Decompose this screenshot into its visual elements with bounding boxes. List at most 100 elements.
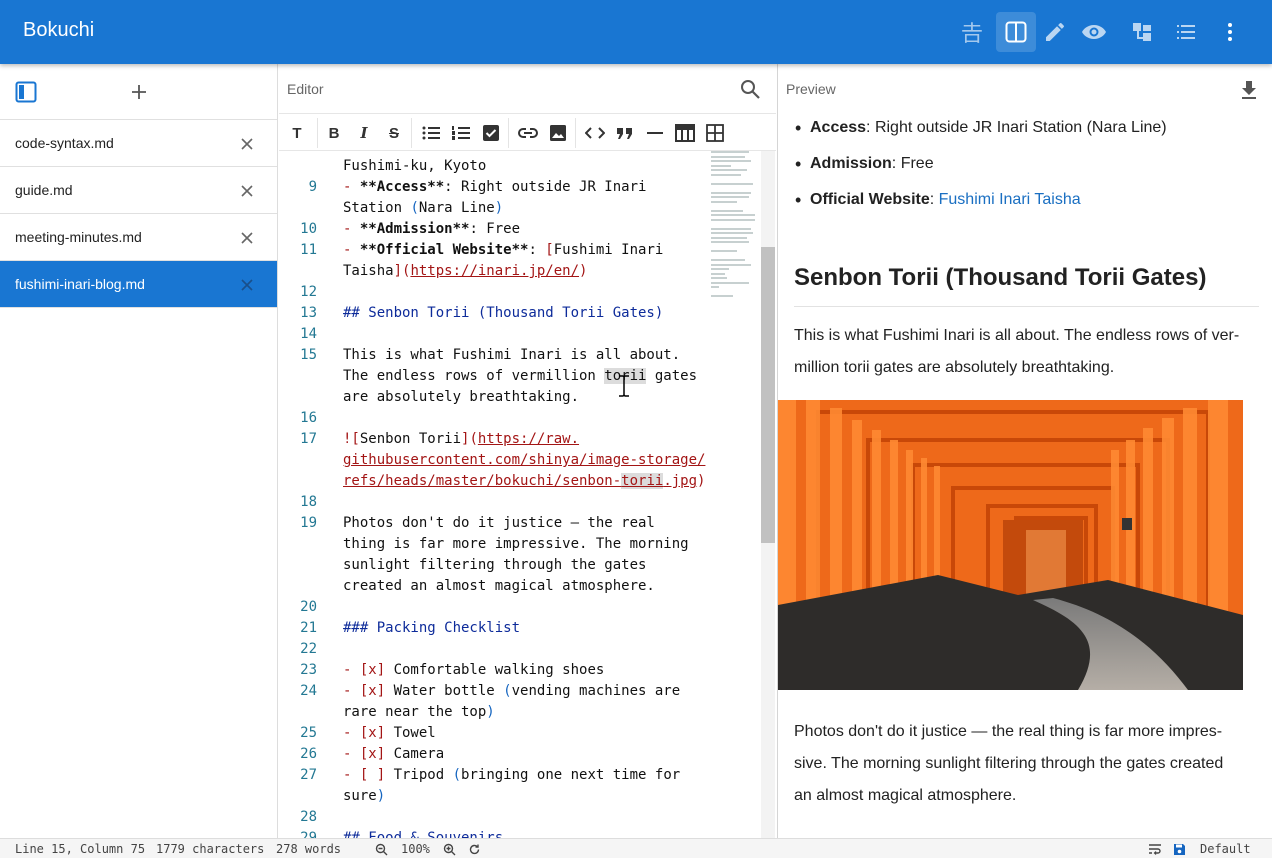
- minimap-line: [711, 169, 747, 171]
- heading-button[interactable]: T: [286, 122, 308, 144]
- code-line: 15 This is what Fushimi Inari is all abou…: [279, 345, 709, 366]
- line-text: This is what Fushimi Inari is all about.: [343, 345, 680, 366]
- outline-button[interactable]: [1122, 12, 1162, 52]
- file-tab[interactable]: meeting-minutes.md: [0, 214, 277, 261]
- grid-button[interactable]: [704, 122, 726, 144]
- code-icon: [585, 127, 605, 139]
- quote-button[interactable]: [614, 122, 636, 144]
- code-editor[interactable]: Fushimi-ku, Kyoto 9 - **Access**: Right ou…: [279, 151, 709, 838]
- scrollbar-thumb[interactable]: [761, 247, 775, 543]
- search-button[interactable]: [739, 78, 761, 100]
- line-text: rare near the top): [343, 702, 495, 723]
- download-button[interactable]: [1238, 78, 1260, 100]
- app-bar: Bokuchi 𠮷: [0, 0, 1272, 64]
- torii-gates-photo: [778, 400, 1243, 690]
- line-text: Taisha](https://inari.jp/en/): [343, 261, 587, 282]
- code-token: Station: [343, 200, 411, 216]
- minimap-line: [711, 200, 737, 203]
- code-line: 22: [279, 639, 709, 660]
- close-file-button[interactable]: [237, 228, 257, 248]
- close-file-button[interactable]: [237, 134, 257, 154]
- link-button[interactable]: [517, 122, 539, 144]
- code-line: 20: [279, 597, 709, 618]
- official-website-link[interactable]: Fushimi Inari Taisha: [939, 191, 1081, 208]
- code-line: 14: [279, 324, 709, 345]
- close-file-button[interactable]: [237, 181, 257, 201]
- line-number: 19: [300, 515, 317, 531]
- horizontal-rule-icon: [647, 132, 663, 134]
- split-view-button[interactable]: [996, 12, 1036, 52]
- code-line: 17 ![Senbon Torii](https://raw.: [279, 429, 709, 450]
- image-button[interactable]: [547, 122, 569, 144]
- bullet-list-button[interactable]: [420, 122, 442, 144]
- code-token: - [ ]: [343, 767, 394, 783]
- word-wrap-button[interactable]: [1148, 842, 1162, 856]
- numbered-list-icon: [452, 126, 470, 140]
- line-text: sure): [343, 786, 385, 807]
- code-line: 12: [279, 282, 709, 303]
- section-heading: Senbon Torii (Thousand Torii Gates): [794, 264, 1259, 307]
- preview-label: Preview: [786, 81, 836, 97]
- close-file-button[interactable]: [237, 275, 257, 295]
- list-button[interactable]: [1166, 12, 1206, 52]
- preview-heading-block: Senbon Torii (Thousand Torii Gates): [794, 264, 1259, 308]
- code-token: **Admission**: [359, 221, 470, 237]
- code-token: Taisha: [343, 263, 394, 279]
- minimap-line: [711, 151, 749, 153]
- file-tab[interactable]: guide.md: [0, 167, 277, 214]
- editor-scrollbar[interactable]: [761, 151, 775, 838]
- code-line: Taisha](https://inari.jp/en/): [279, 261, 709, 282]
- code-token: The endless rows of vermillion: [343, 368, 605, 384]
- line-text: sunlight filtering through the gates: [343, 555, 646, 576]
- code-button[interactable]: [584, 122, 606, 144]
- code-token: - [x]: [343, 683, 394, 699]
- zoom-out-button[interactable]: [374, 842, 388, 856]
- toolbar-divider: [317, 118, 318, 148]
- save-icon: [1173, 843, 1185, 855]
- more-menu-button[interactable]: [1210, 12, 1250, 52]
- paragraph-line: Photos don't do it justice — the real th…: [794, 723, 1223, 740]
- horizontal-rule-button[interactable]: [644, 122, 666, 144]
- preview-paragraph: This is what Fushimi Inari is all about.…: [794, 320, 1259, 384]
- strikethrough-button[interactable]: S: [383, 122, 405, 144]
- code-token: https://inari.jp/en/: [410, 263, 580, 279]
- reset-zoom-button[interactable]: [467, 842, 481, 856]
- minimap-line: [711, 173, 741, 176]
- bold-button[interactable]: B: [323, 122, 345, 144]
- preview-mode-button[interactable]: [1074, 12, 1114, 52]
- file-tab[interactable]: code-syntax.md: [0, 120, 277, 167]
- toggle-sidebar-button[interactable]: [12, 78, 40, 106]
- code-token: :: [528, 242, 546, 258]
- toolbar-divider: [575, 118, 576, 148]
- code-token: : Right outside JR Inari: [444, 179, 647, 195]
- italic-button[interactable]: I: [353, 122, 375, 144]
- preview-pane: Preview Access: Right outside JR Inari S…: [777, 64, 1272, 838]
- theme-name[interactable]: Default: [1200, 842, 1251, 856]
- line-text: ### Packing Checklist: [343, 618, 520, 639]
- save-button[interactable]: [1172, 842, 1186, 856]
- editor-header: Editor: [279, 64, 776, 114]
- code-line: Station (Nara Line): [279, 198, 709, 219]
- numbered-list-button[interactable]: [450, 122, 472, 144]
- new-file-button[interactable]: [125, 78, 153, 106]
- zoom-in-button[interactable]: [442, 842, 456, 856]
- line-text: created an almost magical atmosphere.: [343, 576, 655, 597]
- code-token: [: [545, 242, 554, 258]
- task-list-button[interactable]: [480, 122, 502, 144]
- edit-mode-button[interactable]: [1035, 12, 1075, 52]
- line-number: 27: [300, 767, 317, 783]
- file-tab[interactable]: fushimi-inari-blog.md: [0, 261, 277, 308]
- code-line: 21 ### Packing Checklist: [279, 618, 709, 639]
- line-text: - [x] Towel: [343, 723, 436, 744]
- minimap-line: [711, 209, 743, 212]
- table-button[interactable]: [674, 122, 696, 144]
- minimap[interactable]: [711, 151, 761, 311]
- table-icon: [675, 124, 695, 142]
- code-line: 10 - **Admission**: Free: [279, 219, 709, 240]
- line-number: 23: [300, 662, 317, 678]
- code-line: created an almost magical atmosphere.: [279, 576, 709, 597]
- text-cursor-icon: [617, 374, 631, 398]
- line-text: ## Food & Souvenirs: [343, 828, 503, 838]
- kanji-mode-button[interactable]: 𠮷: [952, 12, 992, 52]
- code-line: 18: [279, 492, 709, 513]
